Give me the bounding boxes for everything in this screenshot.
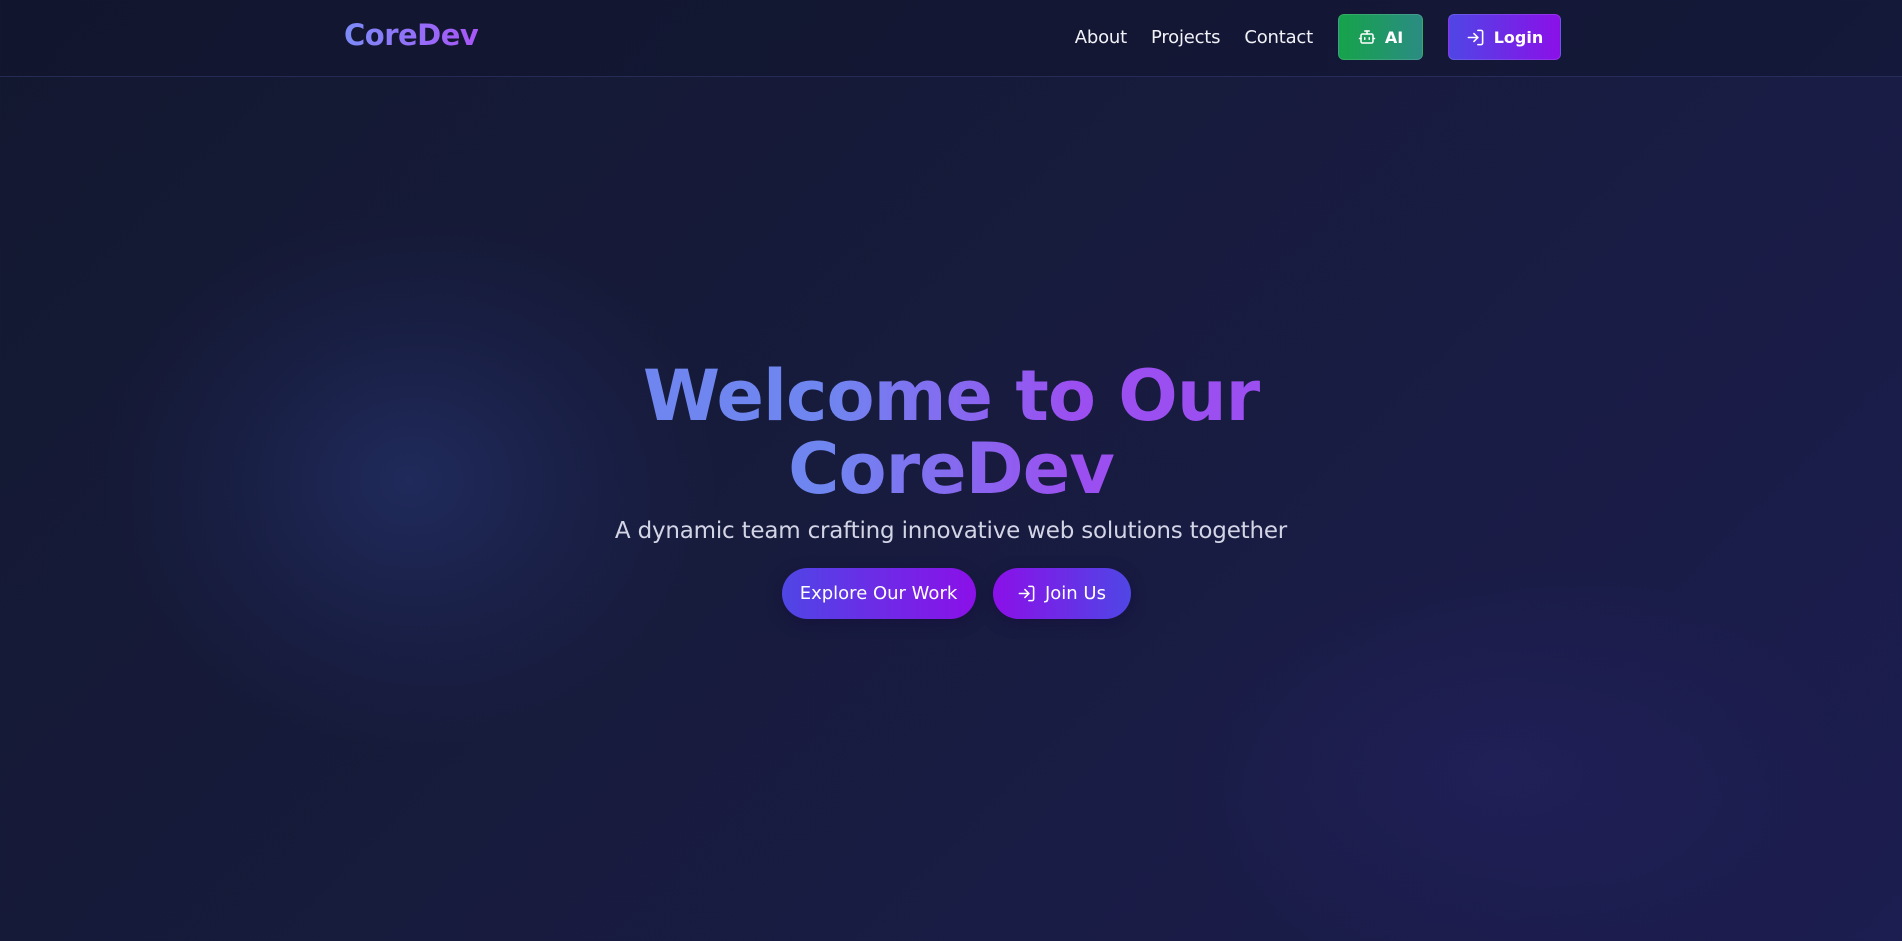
brand-logo[interactable]: CoreDev <box>344 18 479 52</box>
nav-link-about[interactable]: About <box>1075 27 1127 48</box>
join-us-button-label: Join Us <box>1044 583 1106 604</box>
hero-title-line-2: CoreDev <box>788 428 1114 510</box>
login-button-label: Login <box>1493 27 1544 47</box>
main-nav: About Projects Contact AI Login <box>1075 14 1561 60</box>
login-button[interactable]: Login <box>1448 14 1561 60</box>
hero-actions: Explore Our Work Join Us <box>0 568 1902 619</box>
explore-work-button-label: Explore Our Work <box>799 583 958 604</box>
hero-title-line-1: Welcome to Our <box>642 355 1260 437</box>
ai-button-label: AI <box>1384 27 1404 47</box>
ai-button[interactable]: AI <box>1338 14 1423 60</box>
top-navbar: CoreDev About Projects Contact AI Login <box>0 0 1902 77</box>
robot-icon <box>1358 28 1376 46</box>
login-icon <box>1017 584 1036 603</box>
hero-section: Welcome to Our CoreDev A dynamic team cr… <box>0 360 1902 619</box>
hero-title: Welcome to Our CoreDev <box>641 360 1261 506</box>
hero-subtitle: A dynamic team crafting innovative web s… <box>614 518 1288 544</box>
nav-link-contact[interactable]: Contact <box>1244 27 1313 48</box>
explore-work-button[interactable]: Explore Our Work <box>781 568 976 619</box>
login-icon <box>1466 28 1485 47</box>
join-us-button[interactable]: Join Us <box>992 568 1131 619</box>
nav-link-projects[interactable]: Projects <box>1151 27 1221 48</box>
